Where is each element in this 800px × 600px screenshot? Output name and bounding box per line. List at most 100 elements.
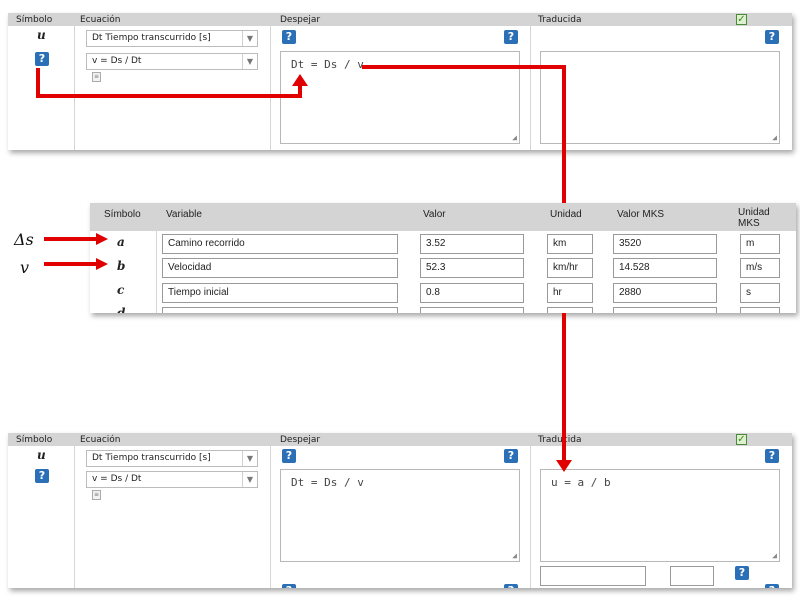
traducida-text: u = a / b bbox=[551, 476, 611, 489]
header-despejar: Despejar bbox=[280, 435, 321, 445]
chevron-down-icon: ▼ bbox=[242, 451, 257, 466]
variable-select[interactable]: Dt Tiempo transcurrido [s] ▼ bbox=[86, 450, 258, 467]
help-icon[interactable]: ? bbox=[282, 30, 296, 44]
checkbox-checked-icon[interactable]: ✓ bbox=[736, 14, 747, 25]
arrow-right-icon bbox=[96, 258, 108, 270]
unidad-mks-field[interactable] bbox=[740, 307, 780, 313]
column-divider bbox=[74, 446, 75, 588]
variable-select[interactable]: Dt Tiempo transcurrido [s] ▼ bbox=[86, 30, 258, 47]
help-icon[interactable]: ? bbox=[282, 449, 296, 463]
equation-select[interactable]: v = Ds / Dt ▼ bbox=[86, 471, 258, 488]
arrow-line bbox=[562, 65, 566, 203]
symbol-a: a bbox=[117, 235, 125, 249]
valor-field[interactable]: 0.8 bbox=[420, 283, 524, 303]
header-unidad: Unidad bbox=[550, 209, 582, 220]
arrow-line bbox=[362, 65, 566, 69]
bottom-equation-panel: Símbolo Ecuación Despejar Traducida ✓ u … bbox=[8, 433, 792, 588]
resize-grip-icon[interactable]: ◢ bbox=[772, 551, 777, 560]
valor-mks-field[interactable]: 2880 bbox=[613, 283, 717, 303]
resize-grip-icon[interactable]: ◢ bbox=[512, 133, 517, 142]
unidad-field[interactable]: hr bbox=[547, 283, 593, 303]
help-icon[interactable]: ? bbox=[35, 52, 49, 66]
v-label: v bbox=[20, 258, 30, 277]
help-icon[interactable]: ? bbox=[765, 584, 779, 588]
symbol-u: u bbox=[37, 448, 46, 462]
top-header-row: Símbolo Ecuación Despejar Traducida ✓ bbox=[8, 13, 792, 26]
note-icon[interactable]: ≡ bbox=[92, 72, 101, 82]
header-ecuacion: Ecuación bbox=[80, 435, 121, 445]
checkbox-checked-icon[interactable]: ✓ bbox=[736, 434, 747, 445]
equation-select-value: v = Ds / Dt bbox=[92, 56, 142, 66]
help-icon[interactable]: ? bbox=[504, 30, 518, 44]
small-input-a[interactable] bbox=[540, 566, 646, 586]
valor-field[interactable]: 52.3 bbox=[420, 258, 524, 278]
resize-grip-icon[interactable]: ◢ bbox=[772, 133, 777, 142]
header-traducida: Traducida bbox=[538, 15, 582, 25]
arrow-down-icon bbox=[556, 460, 572, 472]
header-valor-mks: Valor MKS bbox=[617, 209, 665, 220]
equation-select[interactable]: v = Ds / Dt ▼ bbox=[86, 53, 258, 70]
arrow-line bbox=[44, 262, 98, 266]
unidad-field[interactable]: km bbox=[547, 234, 593, 254]
header-unidad-mks: Unidad MKS bbox=[738, 207, 770, 229]
symbol-c: c bbox=[117, 283, 125, 297]
header-valor: Valor bbox=[423, 209, 446, 220]
help-icon[interactable]: ? bbox=[765, 30, 779, 44]
arrow-line bbox=[298, 84, 302, 98]
help-icon[interactable]: ? bbox=[504, 449, 518, 463]
symbol-d: d bbox=[117, 306, 126, 313]
arrow-up-icon bbox=[292, 74, 308, 86]
unidad-mks-field[interactable]: m bbox=[740, 234, 780, 254]
unidad-mks-field[interactable]: s bbox=[740, 283, 780, 303]
help-icon[interactable]: ? bbox=[504, 584, 518, 588]
resize-grip-icon[interactable]: ◢ bbox=[512, 551, 517, 560]
top-equation-panel: Símbolo Ecuación Despejar Traducida ✓ u … bbox=[8, 13, 792, 150]
help-icon[interactable]: ? bbox=[282, 584, 296, 588]
column-divider bbox=[530, 446, 531, 588]
symbol-b: b bbox=[117, 259, 126, 273]
note-icon[interactable]: ≡ bbox=[92, 490, 101, 500]
valor-field[interactable] bbox=[420, 307, 524, 313]
variable-select-value: Dt Tiempo transcurrido [s] bbox=[92, 453, 211, 463]
header-ecuacion: Ecuación bbox=[80, 15, 121, 25]
column-divider bbox=[530, 26, 531, 150]
arrow-line bbox=[44, 237, 98, 241]
variables-table: Símbolo Variable Valor Unidad Valor MKS … bbox=[90, 203, 796, 313]
symbol-u: u bbox=[37, 28, 46, 42]
despejar-text: Dt = Ds / v bbox=[291, 58, 364, 71]
traducida-textarea[interactable]: ◢ bbox=[540, 51, 780, 144]
column-divider bbox=[74, 26, 75, 150]
bottom-header-row: Símbolo Ecuación Despejar Traducida ✓ bbox=[8, 433, 792, 446]
equation-select-value: v = Ds / Dt bbox=[92, 474, 142, 484]
header-simbolo: Símbolo bbox=[16, 435, 53, 445]
valor-mks-field[interactable] bbox=[613, 307, 717, 313]
column-divider bbox=[156, 231, 157, 313]
despejar-text: Dt = Ds / v bbox=[291, 476, 364, 489]
header-simbolo: Símbolo bbox=[104, 209, 141, 220]
valor-mks-field[interactable]: 14.528 bbox=[613, 258, 717, 278]
header-traducida: Traducida bbox=[538, 435, 582, 445]
chevron-down-icon: ▼ bbox=[242, 472, 257, 487]
valor-field[interactable]: 3.52 bbox=[420, 234, 524, 254]
delta-s-label: Δs bbox=[14, 230, 34, 249]
variable-name-field[interactable] bbox=[162, 307, 398, 313]
help-icon[interactable]: ? bbox=[765, 449, 779, 463]
variable-name-field[interactable]: Camino recorrido bbox=[162, 234, 398, 254]
unidad-mks-field[interactable]: m/s bbox=[740, 258, 780, 278]
chevron-down-icon: ▼ bbox=[242, 31, 257, 46]
arrow-right-icon bbox=[96, 233, 108, 245]
header-simbolo: Símbolo bbox=[16, 15, 53, 25]
unidad-field[interactable]: km/hr bbox=[547, 258, 593, 278]
variable-name-field[interactable]: Tiempo inicial bbox=[162, 283, 398, 303]
traducida-textarea[interactable]: u = a / b ◢ bbox=[540, 469, 780, 562]
despejar-textarea[interactable]: Dt = Ds / v ◢ bbox=[280, 469, 520, 562]
unidad-field[interactable] bbox=[547, 307, 593, 313]
valor-mks-field[interactable]: 3520 bbox=[613, 234, 717, 254]
header-variable: Variable bbox=[166, 209, 202, 220]
help-icon[interactable]: ? bbox=[35, 469, 49, 483]
variable-name-field[interactable]: Velocidad bbox=[162, 258, 398, 278]
header-despejar: Despejar bbox=[280, 15, 321, 25]
small-input-b[interactable] bbox=[670, 566, 714, 586]
variables-header-row: Símbolo Variable Valor Unidad Valor MKS … bbox=[90, 203, 796, 231]
help-icon[interactable]: ? bbox=[735, 566, 749, 580]
